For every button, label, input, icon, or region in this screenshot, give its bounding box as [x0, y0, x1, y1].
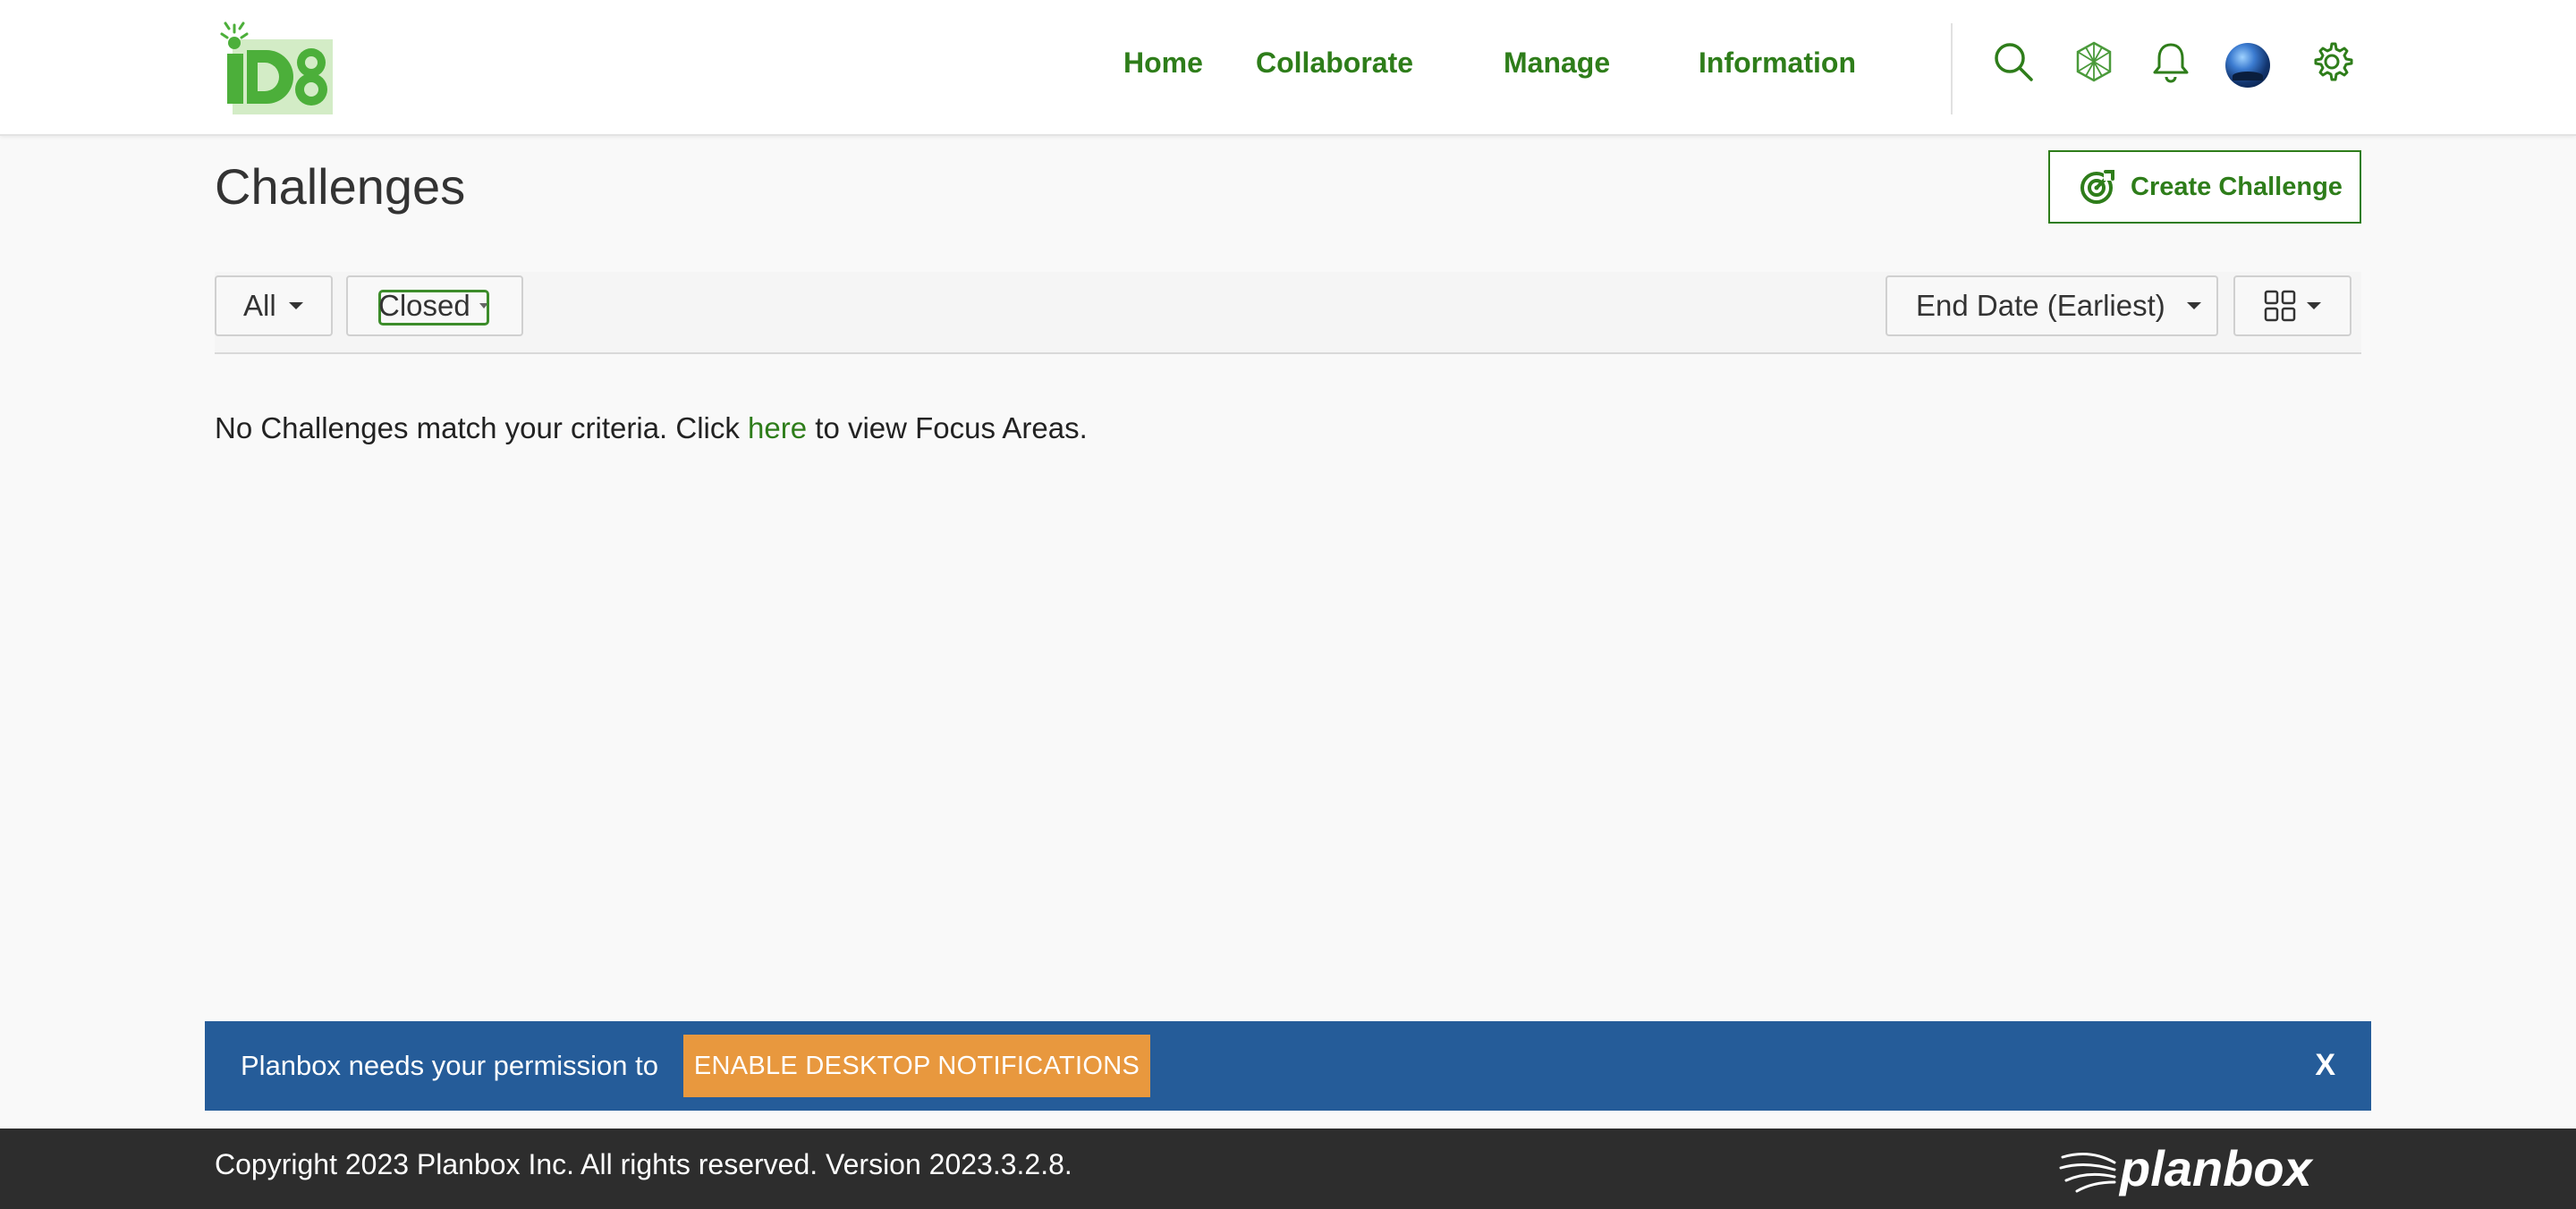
sort-dropdown-label: End Date (Earliest): [1916, 289, 2165, 322]
close-banner-button[interactable]: X: [2315, 1048, 2335, 1083]
scope-dropdown-label: All: [243, 289, 276, 322]
view-mode-dropdown[interactable]: [2233, 275, 2351, 336]
sort-dropdown[interactable]: End Date (Earliest): [1885, 275, 2218, 336]
scope-dropdown[interactable]: All: [215, 275, 333, 336]
hexagon-network-icon[interactable]: [2072, 39, 2116, 84]
chevron-down-icon: [288, 302, 303, 309]
enable-notifications-button[interactable]: ENABLE DESKTOP NOTIFICATIONS: [682, 1035, 1150, 1097]
copyright-text: Copyright 2023 Planbox Inc. All rights r…: [215, 1148, 1072, 1180]
grid-view-icon: [2264, 290, 2296, 322]
page-title: Challenges: [215, 158, 466, 215]
create-challenge-button[interactable]: Create Challenge: [2048, 150, 2361, 224]
status-dropdown[interactable]: Closed: [346, 275, 523, 336]
planbox-logo-text: planbox: [2118, 1141, 2315, 1196]
target-plus-icon: [2080, 170, 2114, 204]
nav-manage[interactable]: Manage: [1504, 46, 1610, 80]
footer: Copyright 2023 Planbox Inc. All rights r…: [0, 1129, 2576, 1209]
create-challenge-label: Create Challenge: [2131, 172, 2343, 201]
bell-icon[interactable]: [2148, 39, 2193, 84]
gear-icon[interactable]: [2309, 39, 2354, 84]
nav-home[interactable]: Home: [1123, 46, 1203, 80]
nav-collaborate[interactable]: Collaborate: [1256, 46, 1413, 80]
notification-permission-banner: Planbox needs your permission to ENABLE …: [205, 1021, 2371, 1111]
nav-information[interactable]: Information: [1699, 46, 1856, 80]
top-header: Home Collaborate Manage Information: [0, 0, 2576, 136]
empty-state-text-after: to view Focus Areas.: [807, 411, 1088, 444]
planbox-logo[interactable]: planbox: [2059, 1141, 2345, 1198]
chevron-down-icon: [2307, 302, 2321, 309]
id8-logo[interactable]: [215, 20, 340, 118]
chevron-down-icon: [2186, 302, 2201, 309]
empty-state-message: No Challenges match your criteria. Click…: [215, 411, 1088, 445]
empty-state-text-before: No Challenges match your criteria. Click: [215, 411, 749, 444]
filter-bar: All Closed End Date (Earliest): [215, 272, 2361, 354]
status-dropdown-label: Closed: [378, 289, 470, 322]
focus-areas-link[interactable]: here: [748, 411, 807, 444]
search-icon[interactable]: [1991, 39, 2036, 84]
notification-message: Planbox needs your permission to: [241, 1050, 658, 1081]
avatar[interactable]: [2225, 43, 2270, 88]
nav-divider: [1951, 23, 1953, 114]
